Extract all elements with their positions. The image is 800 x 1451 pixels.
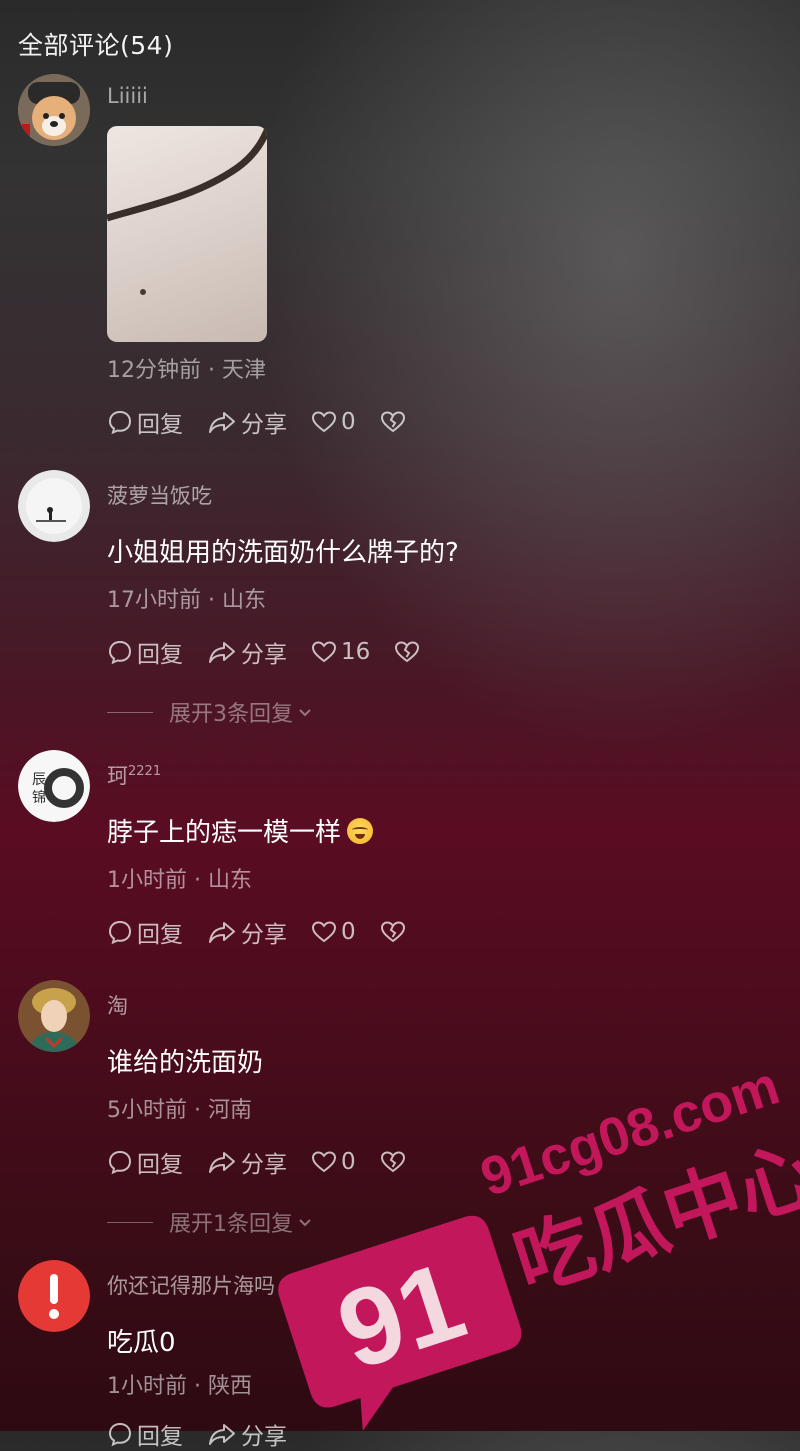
comment-meta: 1小时前 · 山东 <box>107 868 252 893</box>
reply-button[interactable]: 回复 <box>107 405 183 439</box>
reply-label: 回复 <box>137 1424 183 1450</box>
dislike-button[interactable] <box>380 410 410 434</box>
reply-icon <box>108 410 132 435</box>
comment-image[interactable] <box>107 126 267 342</box>
dislike-button[interactable] <box>380 1150 410 1174</box>
comment-actions: 回复 分享 0 <box>107 916 434 948</box>
like-count: 0 <box>341 1149 356 1175</box>
divider <box>107 711 153 713</box>
reply-icon <box>108 1422 132 1447</box>
share-button[interactable]: 分享 <box>207 1417 287 1451</box>
avatar[interactable] <box>18 74 90 146</box>
reply-label: 回复 <box>137 922 183 948</box>
heart-icon <box>311 921 337 943</box>
share-button[interactable]: 分享 <box>207 915 287 949</box>
svg-text:辰: 辰 <box>32 772 46 788</box>
svg-text:锦: 锦 <box>32 789 46 806</box>
share-label: 分享 <box>241 412 287 438</box>
comment-item: 淘 谁给的洗面奶 5小时前 · 河南 回复 分享 0 展开1条回复 <box>0 980 800 1240</box>
username[interactable]: 菠萝当饭吃 <box>107 480 212 510</box>
comment-actions: 回复 分享 <box>107 1418 311 1450</box>
username[interactable]: Liiiii <box>107 84 148 108</box>
like-count: 16 <box>341 639 371 665</box>
heart-icon <box>311 411 337 433</box>
dislike-button[interactable] <box>380 920 410 944</box>
comment-text: 谁给的洗面奶 <box>107 1048 264 1078</box>
broken-heart-icon <box>380 411 405 433</box>
expand-replies-label: 展开1条回复 <box>169 1212 293 1237</box>
comment-actions: 回复 分享 0 <box>107 406 434 438</box>
comment-item: 菠萝当饭吃 小姐姐用的洗面奶什么牌子的? 17小时前 · 山东 回复 分享 16… <box>0 470 800 730</box>
avatar[interactable]: 辰 锦 <box>18 750 90 822</box>
like-count: 0 <box>341 409 356 435</box>
avatar[interactable] <box>18 1260 90 1332</box>
comment-meta: 5小时前 · 河南 <box>107 1098 252 1123</box>
share-icon <box>209 922 235 943</box>
reply-button[interactable]: 回复 <box>107 915 183 949</box>
username-suffix: 2221 <box>128 764 162 779</box>
like-count: 0 <box>341 919 356 945</box>
comment-text: 脖子上的痣一模一样 <box>107 812 374 849</box>
expand-replies-button[interactable]: 展开1条回复 <box>107 1206 313 1238</box>
heart-icon <box>311 641 337 663</box>
comment-text: 吃瓜0 <box>107 1328 176 1358</box>
comment-item: Liiiii 12分钟前 · 天津 回复 分享 0 <box>0 74 800 454</box>
share-icon <box>209 1152 235 1173</box>
divider <box>107 1221 153 1223</box>
share-label: 分享 <box>241 1152 287 1178</box>
broken-heart-icon <box>380 921 405 943</box>
comment-text: 小姐姐用的洗面奶什么牌子的? <box>107 538 459 568</box>
share-label: 分享 <box>241 1424 287 1450</box>
comment-text-content: 脖子上的痣一模一样 <box>107 818 342 848</box>
like-button[interactable]: 0 <box>311 409 356 435</box>
username[interactable]: 你还记得那片海吗 <box>107 1270 275 1300</box>
username[interactable]: 珂2221 <box>107 760 161 790</box>
reply-label: 回复 <box>137 1152 183 1178</box>
chevron-down-icon <box>299 1219 311 1227</box>
grimace-emoji-icon <box>347 818 374 844</box>
expand-replies-button[interactable]: 展开3条回复 <box>107 696 313 728</box>
reply-button[interactable]: 回复 <box>107 1145 183 1179</box>
comment-item: 你还记得那片海吗 吃瓜0 1小时前 · 陕西 回复 分享 <box>0 1260 800 1450</box>
reply-label: 回复 <box>137 412 183 438</box>
dislike-button[interactable] <box>394 640 424 664</box>
reply-button[interactable]: 回复 <box>107 635 183 669</box>
comment-actions: 回复 分享 0 <box>107 1146 434 1178</box>
share-icon <box>209 642 235 663</box>
like-button[interactable]: 0 <box>311 919 356 945</box>
share-label: 分享 <box>241 922 287 948</box>
avatar[interactable] <box>18 470 90 542</box>
share-label: 分享 <box>241 642 287 668</box>
comment-actions: 回复 分享 16 <box>107 636 448 668</box>
comment-meta: 17小时前 · 山东 <box>107 588 266 613</box>
comment-item: 辰 锦 珂2221 脖子上的痣一模一样 1小时前 · 山东 回复 分享 0 <box>0 750 800 970</box>
reply-label: 回复 <box>137 642 183 668</box>
chevron-down-icon <box>299 709 311 717</box>
share-button[interactable]: 分享 <box>207 405 287 439</box>
username-text: 珂 <box>107 764 128 788</box>
reply-icon <box>108 920 132 945</box>
expand-replies-label: 展开3条回复 <box>169 702 293 727</box>
avatar[interactable] <box>18 980 90 1052</box>
broken-heart-icon <box>380 1151 405 1173</box>
broken-heart-icon <box>395 641 420 663</box>
like-button[interactable]: 0 <box>311 1149 356 1175</box>
reply-icon <box>108 1150 132 1175</box>
share-button[interactable]: 分享 <box>207 635 287 669</box>
reply-button[interactable]: 回复 <box>107 1417 183 1451</box>
username[interactable]: 淘 <box>107 990 128 1020</box>
share-icon <box>209 412 235 433</box>
comment-meta: 12分钟前 · 天津 <box>107 358 266 383</box>
share-button[interactable]: 分享 <box>207 1145 287 1179</box>
heart-icon <box>311 1151 337 1173</box>
reply-icon <box>108 640 132 665</box>
like-button[interactable]: 16 <box>311 639 370 665</box>
comments-header: 全部评论(54) <box>18 31 174 60</box>
comment-meta: 1小时前 · 陕西 <box>107 1374 252 1399</box>
share-icon <box>209 1424 235 1445</box>
